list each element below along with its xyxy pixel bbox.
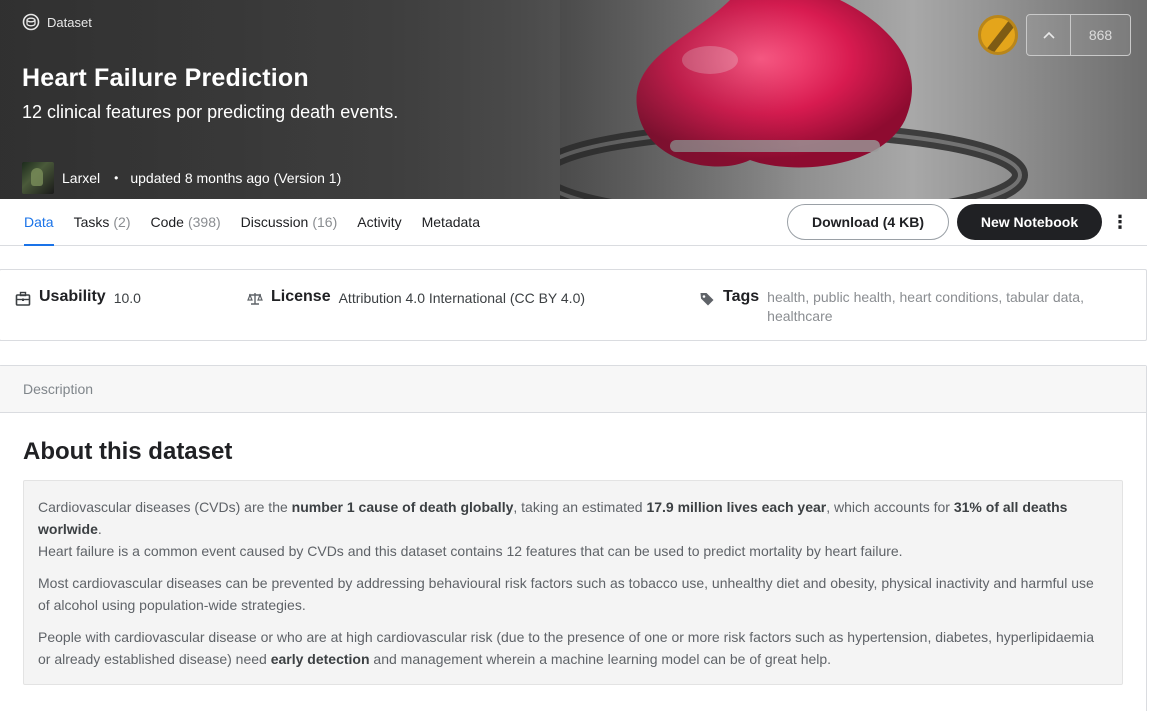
dataset-title: Heart Failure Prediction (22, 64, 309, 92)
dataset-tab-bar: Data Tasks (2) Code (398) Discussion (16) A… (0, 199, 1147, 246)
about-title: About this dataset (23, 438, 233, 465)
tab-tasks[interactable]: Tasks (2) (74, 199, 131, 245)
more-vert-icon[interactable]: ⋮ (1110, 209, 1130, 235)
tab-activity[interactable]: Activity (357, 199, 401, 245)
description-paragraph: People with cardiovascular disease or wh… (38, 629, 1094, 667)
license-item: License Attribution 4.0 International (C… (247, 288, 585, 307)
dataset-header: Dataset Heart Failure Prediction 12 clin… (0, 0, 1147, 199)
usability-label: Usability (39, 288, 106, 305)
dataset-subtitle: 12 clinical features por predicting deat… (22, 102, 399, 122)
tag-link[interactable]: health (767, 289, 805, 305)
dataset-kind-label: Dataset (47, 14, 92, 30)
upvote-count: 868 (1088, 27, 1113, 43)
chevron-up-icon (1042, 31, 1055, 39)
owner-info: Larxel • updated 8 months ago (Version 1… (22, 162, 341, 194)
usability-icon (15, 291, 31, 306)
description-card: Description About this dataset Cardiovas… (0, 365, 1147, 711)
description-paragraph: Cardiovascular diseases (CVDs) are the n… (38, 499, 1068, 537)
tags-item: Tags health, public health, heart condit… (699, 288, 1127, 326)
tag-list: health, public health, heart conditions,… (767, 289, 1084, 324)
updated-text: updated 8 months ago (Version 1) (130, 170, 342, 186)
dataset-meta-card: Usability 10.0 License Attribution 4.0 I… (0, 269, 1147, 341)
description-paragraph: Most cardiovascular diseases can be prev… (38, 575, 1094, 613)
usability-value: 10.0 (113, 290, 141, 306)
new-notebook-button[interactable]: New Notebook (957, 204, 1102, 240)
tag-link[interactable]: heart conditions (900, 289, 999, 305)
license-value[interactable]: Attribution 4.0 International (CC BY 4.0… (339, 290, 585, 306)
dataset-icon (22, 13, 40, 31)
download-button[interactable]: Download (4 KB) (787, 204, 949, 240)
usability-item: Usability 10.0 (15, 288, 141, 307)
separator-dot: • (114, 171, 119, 185)
tags-label: Tags (723, 288, 760, 305)
upvote-button[interactable] (1027, 15, 1071, 55)
tag-icon (700, 293, 714, 306)
tabs: Data Tasks (2) Code (398) Discussion (16) A… (24, 199, 480, 246)
tab-data[interactable]: Data (24, 199, 54, 246)
tab-count: (16) (312, 214, 338, 230)
tag-link[interactable]: public health (813, 289, 892, 305)
dataset-kind: Dataset (22, 13, 92, 31)
tab-discussion[interactable]: Discussion (16) (241, 199, 338, 245)
tag-link[interactable]: tabular data (1006, 289, 1080, 305)
tab-count: (398) (187, 214, 221, 230)
owner-name[interactable]: Larxel (62, 170, 100, 186)
upvote-widget: 868 (1026, 14, 1131, 56)
tab-code[interactable]: Code (398) (151, 199, 221, 245)
scale-icon (247, 293, 263, 305)
tag-link[interactable]: healthcare (767, 308, 832, 324)
avatar[interactable] (22, 162, 54, 194)
tab-metadata[interactable]: Metadata (422, 199, 480, 245)
tab-count: (2) (113, 214, 131, 230)
gold-medal-icon (978, 15, 1018, 55)
description-section-label: Description (0, 366, 1146, 413)
license-label: License (271, 288, 331, 305)
description-text: Cardiovascular diseases (CVDs) are the n… (23, 480, 1123, 685)
description-paragraph: Heart failure is a common event caused b… (38, 543, 903, 559)
